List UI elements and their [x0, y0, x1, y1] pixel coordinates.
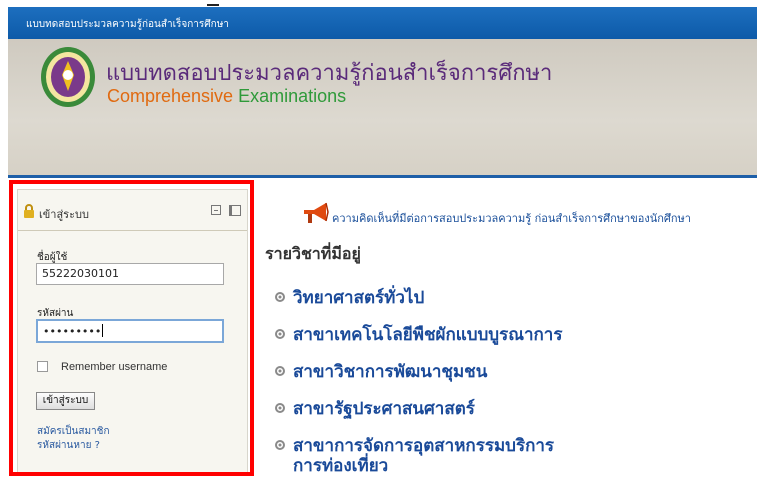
university-logo-icon: [38, 45, 98, 109]
password-input[interactable]: •••••••••: [36, 319, 224, 343]
navbar-site-title[interactable]: แบบทดสอบประมวลความรู้ก่อนสำเร็จการศึกษา: [26, 17, 229, 32]
course-label[interactable]: วิทยาศาสตร์ทั่วไป: [293, 288, 424, 308]
login-header-divider: [18, 230, 247, 231]
course-item[interactable]: สาขารัฐประศาสนศาสตร์: [273, 395, 475, 422]
header-divider: [8, 175, 757, 178]
course-item[interactable]: วิทยาศาสตร์ทั่วไป: [273, 284, 424, 311]
course-label[interactable]: สาขาเทคโนโลยีพืชผักแบบบูรณาการ: [293, 325, 563, 345]
cursor-mark: [207, 4, 219, 6]
collapse-block-icon[interactable]: [211, 205, 221, 215]
course-bullet-icon: [275, 403, 285, 413]
remember-username-label: Remember username: [61, 361, 168, 373]
text-caret: [102, 324, 104, 337]
course-label-line2[interactable]: การท่องเที่ยว: [293, 452, 388, 479]
signup-link[interactable]: สมัครเป็นสมาชิก: [37, 424, 110, 439]
course-item[interactable]: สาขาการจัดการอุตสาหกรรมบริการ การท่องเที…: [273, 432, 554, 476]
course-item[interactable]: สาขาวิชาการพัฒนาชุมชน: [273, 358, 487, 385]
forgot-password-link[interactable]: รหัสผ่านหาย ?: [37, 438, 100, 453]
course-bullet-icon: [275, 440, 285, 450]
course-label[interactable]: สาขาวิชาการพัฒนาชุมชน: [293, 362, 487, 382]
login-block-title: เข้าสู่ระบบ: [39, 208, 89, 221]
dock-block-icon[interactable]: [229, 205, 241, 216]
course-label[interactable]: สาขารัฐประศาสนศาสตร์: [293, 399, 475, 419]
course-bullet-icon: [275, 329, 285, 339]
megaphone-icon: [304, 202, 329, 223]
username-value: 55222030101: [42, 267, 119, 280]
course-item[interactable]: สาขาเทคโนโลยีพืชผักแบบบูรณาการ: [273, 321, 563, 348]
site-title-en-examinations: Examinations: [238, 86, 347, 106]
course-bullet-icon: [275, 366, 285, 376]
remember-username-checkbox[interactable]: [37, 361, 48, 372]
password-value: •••••••••: [43, 325, 102, 338]
site-title-en-comprehensive: Comprehensive: [107, 86, 234, 106]
login-block-header: เข้าสู่ระบบ: [17, 199, 248, 225]
site-title-english: Comprehensive Examinations: [107, 86, 346, 107]
available-courses-heading: รายวิชาที่มีอยู่: [265, 244, 361, 263]
username-input[interactable]: 55222030101: [36, 263, 224, 285]
lock-icon: [24, 204, 34, 218]
feedback-link[interactable]: ความคิดเห็นที่มีต่อการสอบประมวลความรู้ ก…: [332, 209, 691, 227]
login-submit-button[interactable]: เข้าสู่ระบบ: [36, 392, 95, 410]
site-title-thai: แบบทดสอบประมวลความรู้ก่อนสำเร็จการศึกษา: [106, 61, 553, 86]
top-navbar: แบบทดสอบประมวลความรู้ก่อนสำเร็จการศึกษา: [8, 7, 757, 39]
course-bullet-icon: [275, 292, 285, 302]
